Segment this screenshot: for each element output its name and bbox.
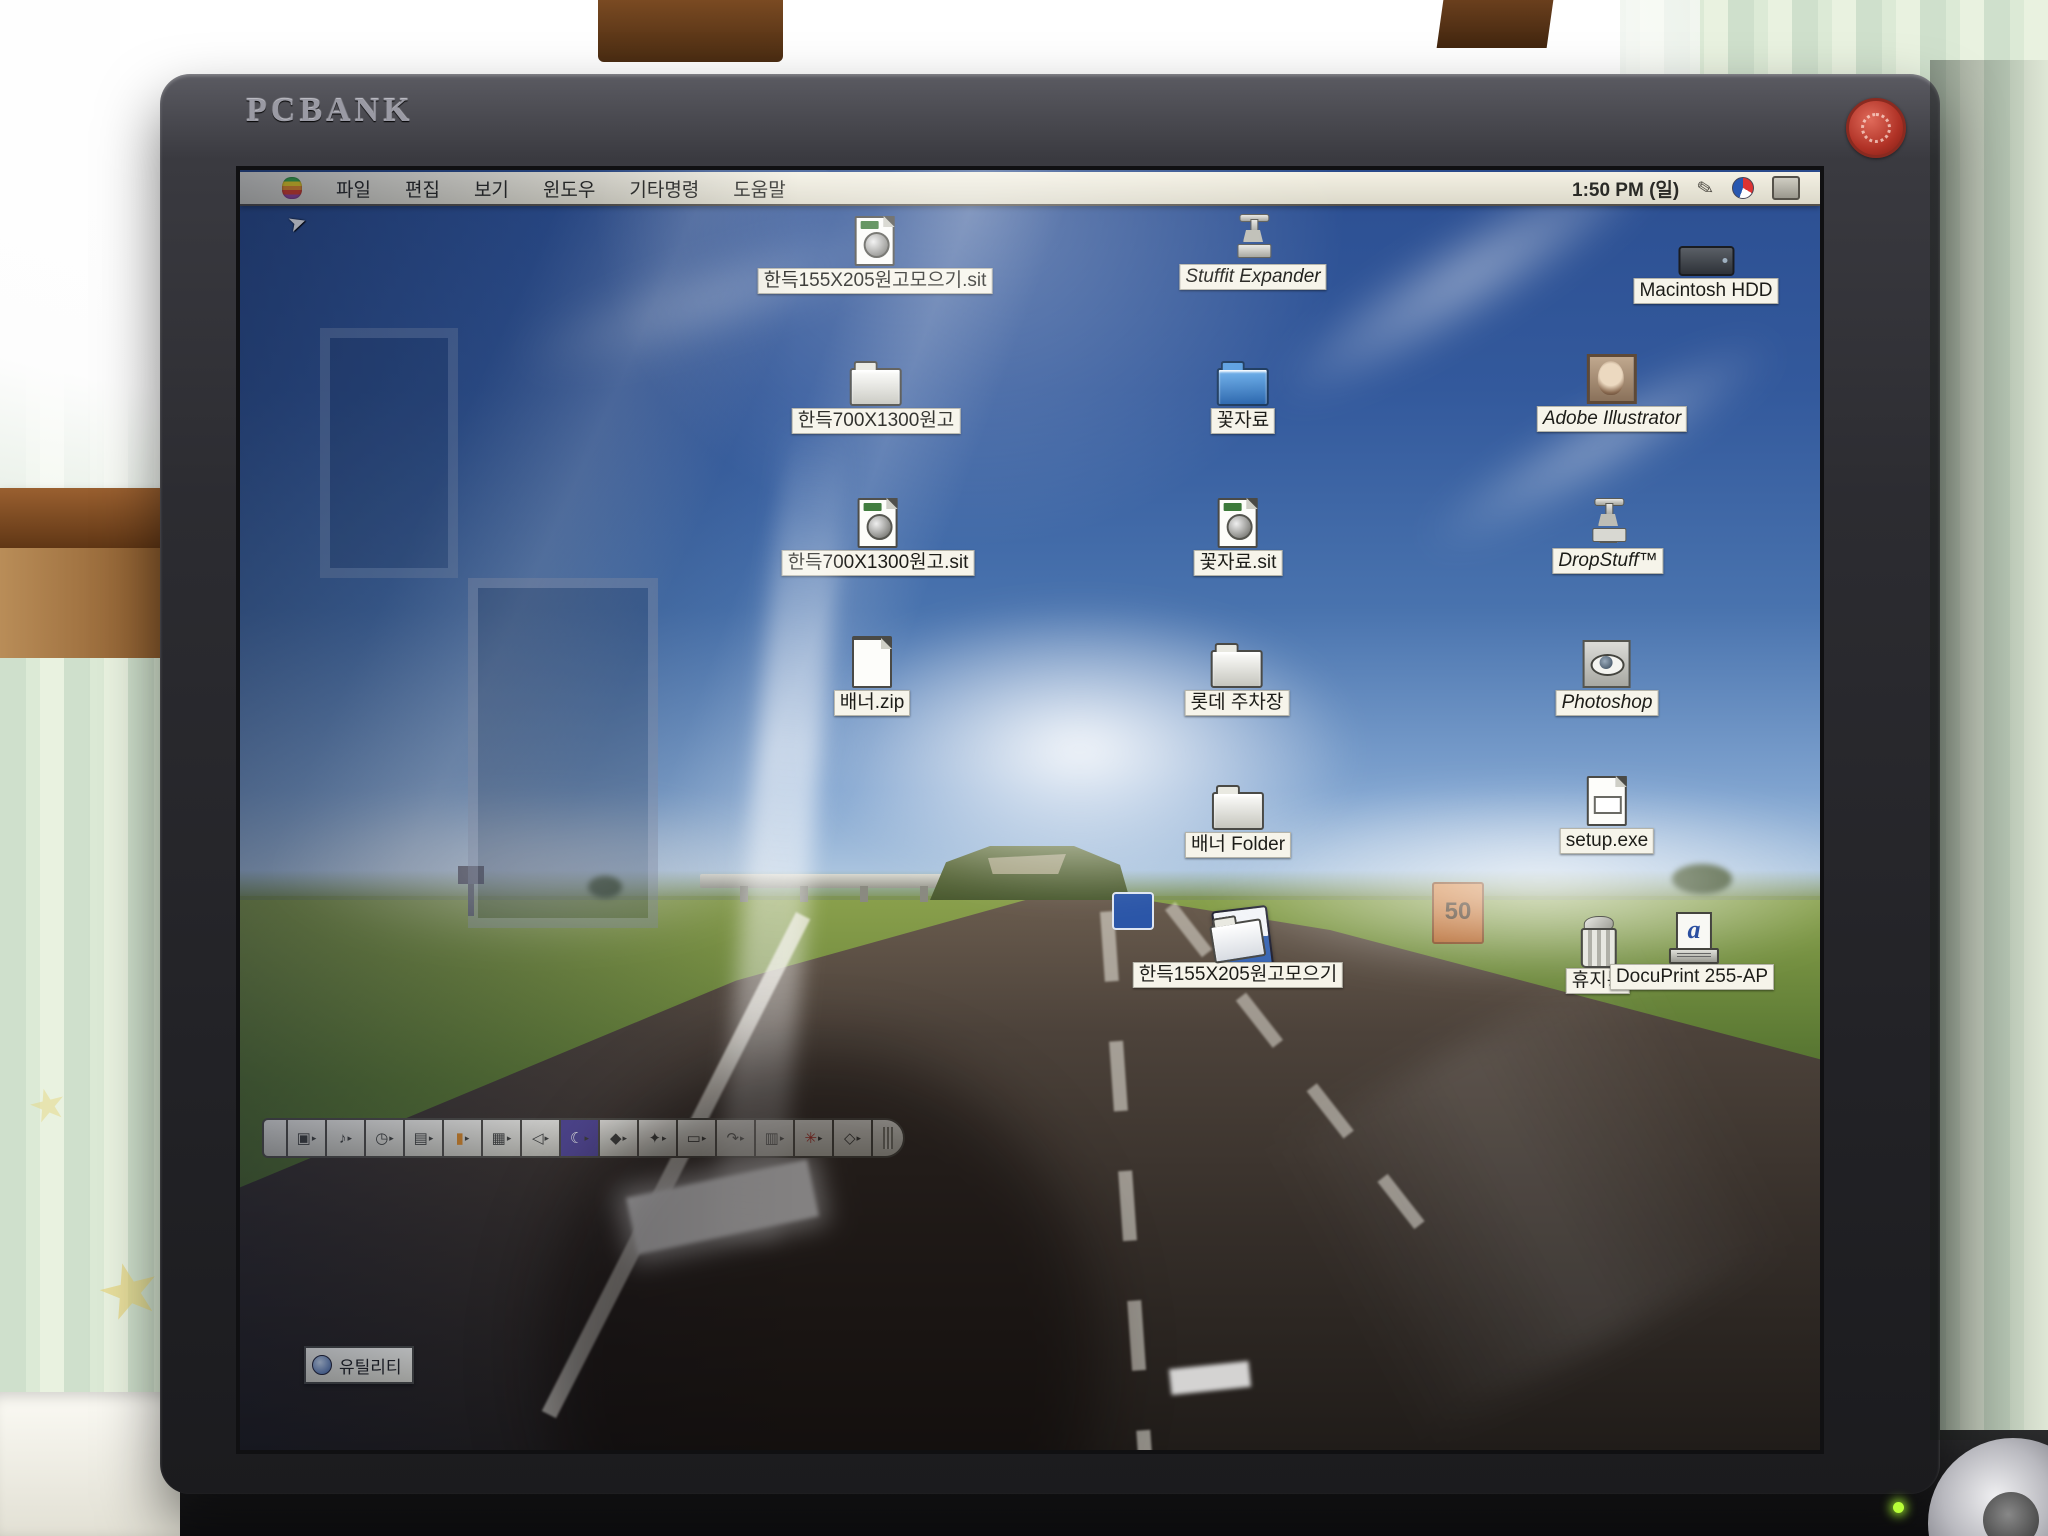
desktop-icon-13[interactable]: setup.exe [1560,776,1654,854]
picture-frame-reflection [320,328,458,578]
desktop-icon-label: Photoshop [1556,690,1659,716]
window-frame-bar [598,0,783,62]
screen-glare [590,170,1350,550]
folder-tilt-icon [1212,910,1264,960]
desktop-icon-label: 꽃자료.sit [1194,550,1283,576]
application-menu-icon[interactable] [1772,176,1800,200]
window-frame-bar-right [1437,0,1554,48]
desktop-icon-8[interactable]: DropStuff™ [1552,496,1663,574]
desktop-icon-14[interactable]: 한득155X205원고모으기 [1133,910,1343,988]
desktop-icon-9[interactable]: 배너.zip [852,636,892,686]
desktop-icon-label: DropStuff™ [1552,548,1663,574]
wallpaper-star-decoration-small: ★ [22,1076,73,1135]
power-led [1893,1502,1904,1513]
app-ball-icon[interactable] [1732,177,1754,199]
wall-shadow [1930,60,2048,1440]
desktop-icon-label: 배너 Folder [1185,832,1291,858]
photo-of-monitor: ★ ★ PCBANK 50 [0,0,2048,1536]
doc-icon [852,638,892,688]
desktop-icon-label: 한득155X205원고모으기 [1133,962,1343,988]
monitor-badge-icon [1846,98,1906,158]
desktop-icon-10[interactable]: 롯데 주차장 [1185,638,1290,716]
menu-bar-right: 1:50 PM (일) ✎ [1572,175,1800,202]
photoshop-icon [1583,638,1631,688]
desktop-icon-label: setup.exe [1560,828,1654,854]
folder-gray-icon [1211,638,1263,688]
illustrator-icon [1587,354,1637,404]
desktop-icon-label: Adobe Illustrator [1537,406,1687,432]
setup-icon [1587,776,1627,826]
desktop-icon-label: 롯데 주차장 [1185,690,1290,716]
desktop-icon-label: Macintosh HDD [1633,278,1778,304]
desktop-icon-11[interactable]: Photoshop [1556,638,1659,716]
desktop-icon-label: 배너.zip [834,690,911,716]
hdd-icon [1678,226,1734,276]
dropstuff-icon [1586,496,1630,546]
desktop-icon-12[interactable]: 배너 Folder [1185,780,1291,858]
screen: 50 파일편집보기윈도우기타명령도움말 1:50 PM (일) ✎ ➤ 한득15… [240,170,1820,1450]
monitor-brand-logo: PCBANK [246,92,414,130]
hangul-pen-icon[interactable]: ✎ [1695,174,1717,202]
desktop-icon-5[interactable]: Adobe Illustrator [1537,354,1687,432]
desktop-icon-2[interactable]: Macintosh HDD [1633,226,1778,304]
folder-gray-icon [1212,780,1264,830]
menu-bar-clock[interactable]: 1:50 PM (일) [1572,175,1679,202]
wallpaper-star-decoration: ★ [87,1241,172,1340]
picture-frame-reflection [468,578,658,928]
printer-icon: a [1669,912,1715,962]
